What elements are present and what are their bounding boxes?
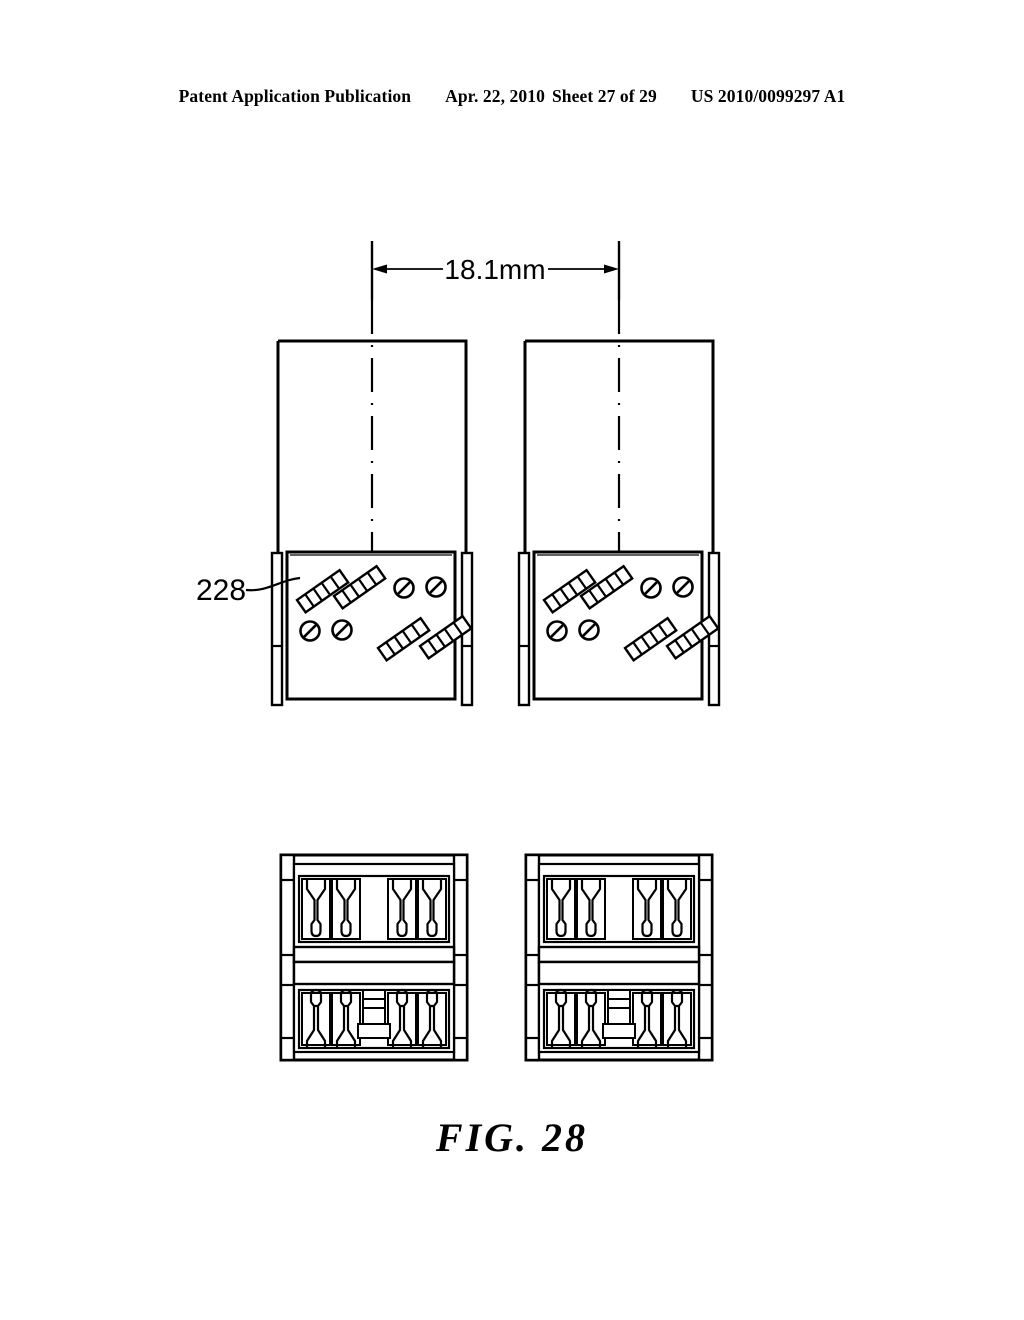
component-slotted-circle: [299, 620, 321, 642]
component-slotted-circle: [546, 620, 568, 642]
component-slotted-circle: [672, 576, 694, 598]
dimension-label: 18.1mm: [444, 254, 545, 285]
dimension-annotation: 18.1mm: [370, 241, 621, 300]
component-slotted-circle: [578, 619, 600, 641]
bottom-view-right: [524, 853, 714, 1062]
keying-feature: [602, 989, 636, 1039]
component-slotted-circle: [425, 576, 447, 598]
front-view-right: [517, 300, 721, 707]
reference-label-228: 228: [196, 574, 246, 607]
component-slotted-circle: [331, 619, 353, 641]
bottom-view-left: [279, 853, 469, 1062]
figure-caption: FIG. 28: [435, 1115, 589, 1160]
component-slotted-circle: [640, 577, 662, 599]
reference-numeral-228: 228: [196, 574, 301, 607]
front-view-left: [270, 300, 474, 707]
component-slotted-circle: [393, 577, 415, 599]
keying-feature: [357, 989, 391, 1039]
